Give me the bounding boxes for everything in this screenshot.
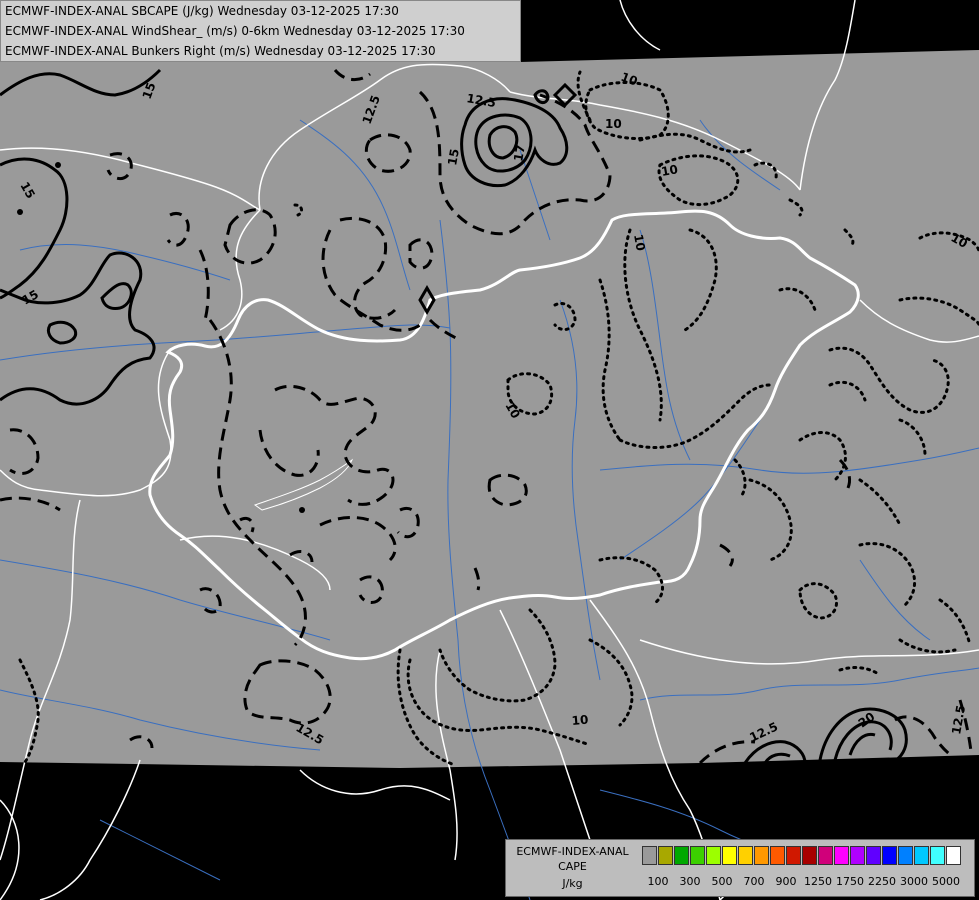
legend-unit: J/kg bbox=[562, 877, 583, 890]
legend-tick-label: 300 bbox=[679, 875, 701, 888]
legend-swatch bbox=[658, 846, 673, 865]
legend-subtitle: CAPE bbox=[558, 860, 587, 873]
legend-swatch bbox=[642, 846, 657, 865]
contour-label: 10 bbox=[605, 117, 622, 131]
contour-label: 10 bbox=[631, 233, 648, 252]
legend-tick-label: 1250 bbox=[804, 875, 832, 888]
legend-swatch bbox=[946, 846, 961, 865]
legend-swatch bbox=[818, 846, 833, 865]
legend-swatch bbox=[866, 846, 881, 865]
contour-label: 10 bbox=[660, 162, 679, 179]
header-line-sbcape: ECMWF-INDEX-ANAL SBCAPE (J/kg) Wednesday… bbox=[5, 4, 399, 18]
header-line-bunkers: ECMWF-INDEX-ANAL Bunkers Right (m/s) Wed… bbox=[5, 44, 436, 58]
legend-swatch bbox=[770, 846, 785, 865]
map-header: ECMWF-INDEX-ANAL SBCAPE (J/kg) Wednesday… bbox=[0, 0, 521, 62]
model-domain bbox=[0, 50, 979, 768]
legend-swatch bbox=[898, 846, 913, 865]
legend-swatch bbox=[690, 846, 705, 865]
legend-swatch bbox=[722, 846, 737, 865]
legend-swatch bbox=[786, 846, 801, 865]
legend-tick-label: 700 bbox=[743, 875, 765, 888]
contour-label: 10 bbox=[571, 713, 589, 728]
cape-legend: ECMWF-INDEX-ANAL CAPE J/kg 100 300 500 700 9… bbox=[505, 839, 975, 897]
legend-swatch bbox=[754, 846, 769, 865]
legend-swatch bbox=[674, 846, 689, 865]
legend-swatch bbox=[834, 846, 849, 865]
legend-tick-label: 900 bbox=[775, 875, 797, 888]
legend-tick-label: 100 bbox=[647, 875, 669, 888]
header-line-windshear: ECMWF-INDEX-ANAL WindShear_ (m/s) 0-6km … bbox=[5, 24, 465, 38]
legend-tick-label: 2250 bbox=[868, 875, 896, 888]
legend-swatch bbox=[802, 846, 817, 865]
contour-label: 15 bbox=[445, 148, 462, 167]
legend-swatch bbox=[882, 846, 897, 865]
legend-tick-label: 500 bbox=[711, 875, 733, 888]
legend-tick-label: 3000 bbox=[900, 875, 928, 888]
legend-swatch bbox=[738, 846, 753, 865]
legend-swatch bbox=[914, 846, 929, 865]
contour-label: 17 bbox=[511, 144, 528, 163]
legend-tick-label: 5000 bbox=[932, 875, 960, 888]
map-canvas: 15 15 15 12.5 12.5 17 15 10 10 10 10 10 … bbox=[0, 0, 979, 900]
legend-swatch bbox=[850, 846, 865, 865]
legend-title: ECMWF-INDEX-ANAL bbox=[516, 845, 629, 858]
legend-swatch bbox=[930, 846, 945, 865]
legend-swatch bbox=[706, 846, 721, 865]
legend-tick-label: 1750 bbox=[836, 875, 864, 888]
